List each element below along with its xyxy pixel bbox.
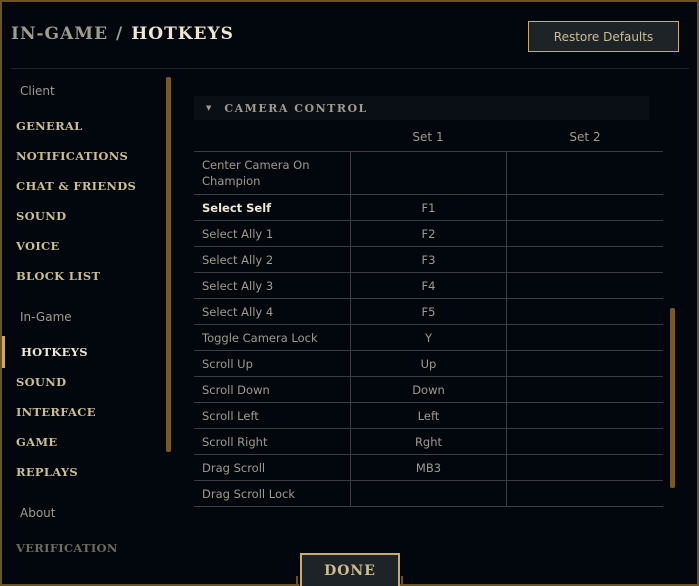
action-label: Scroll Right xyxy=(194,428,351,455)
action-label: Drag Scroll xyxy=(194,454,351,481)
breadcrumb-current: HOTKEYS xyxy=(131,24,234,44)
action-label: Select Ally 2 xyxy=(194,246,351,273)
sidebar-item-chat-friends[interactable]: CHAT & FRIENDS xyxy=(16,179,136,193)
table-row: Scroll Left Left xyxy=(194,402,663,429)
section-title: CAMERA CONTROL xyxy=(224,101,368,115)
table-row: Scroll Down Down xyxy=(194,376,663,403)
column-header-set1: Set 1 xyxy=(412,130,444,144)
action-label: Select Self xyxy=(194,194,351,221)
table-row: Toggle Camera Lock Y xyxy=(194,324,663,351)
sidebar-item-block-list[interactable]: BLOCK LIST xyxy=(16,269,100,283)
keybind-set2[interactable] xyxy=(506,151,663,195)
action-label: Select Ally 1 xyxy=(194,220,351,247)
keybind-set2[interactable] xyxy=(506,376,663,403)
keybind-set1[interactable]: F2 xyxy=(349,220,507,247)
table-row: Select Ally 2 F3 xyxy=(194,246,663,273)
restore-defaults-button[interactable]: Restore Defaults xyxy=(528,21,679,52)
action-label: Drag Scroll Lock xyxy=(194,480,351,507)
sidebar-item-game[interactable]: GAME xyxy=(16,435,57,449)
sidebar-item-notifications[interactable]: NOTIFICATIONS xyxy=(16,149,128,163)
sidebar-group-about: About xyxy=(20,506,56,520)
action-label: Center Camera On Champion xyxy=(194,151,351,195)
table-row: Drag Scroll MB3 xyxy=(194,454,663,481)
table-row: Select Ally 4 F5 xyxy=(194,298,663,325)
breadcrumb-parent: IN-GAME xyxy=(11,24,109,44)
sidebar-item-hotkeys[interactable]: HOTKEYS xyxy=(21,345,88,359)
sidebar-item-ingame-sound[interactable]: SOUND xyxy=(16,375,66,389)
frame-border xyxy=(296,576,298,586)
table-row: Scroll Up Up xyxy=(194,350,663,377)
action-label: Select Ally 4 xyxy=(194,298,351,325)
action-label: Select Ally 3 xyxy=(194,272,351,299)
keybind-set1[interactable]: F1 xyxy=(349,194,507,221)
keybind-set1[interactable]: Left xyxy=(349,402,507,429)
sidebar-scrollbar[interactable] xyxy=(166,77,171,452)
sidebar-group-client: Client xyxy=(20,84,55,98)
breadcrumb-separator: / xyxy=(116,24,124,44)
header-divider xyxy=(11,68,689,69)
content-scrollbar[interactable] xyxy=(670,308,675,488)
section-header-camera-control[interactable]: ▼ CAMERA CONTROL xyxy=(194,96,649,120)
keybind-set1[interactable] xyxy=(349,480,507,507)
keybind-set2[interactable] xyxy=(506,350,663,377)
keybind-set1[interactable]: F4 xyxy=(349,272,507,299)
action-label: Scroll Up xyxy=(194,350,351,377)
keybind-set2[interactable] xyxy=(506,324,663,351)
action-label: Toggle Camera Lock xyxy=(194,324,351,351)
keybind-set1[interactable]: MB3 xyxy=(349,454,507,481)
sidebar-item-replays[interactable]: REPLAYS xyxy=(16,465,78,479)
frame-border xyxy=(401,576,403,586)
sidebar-item-verification[interactable]: VERIFICATION xyxy=(16,541,118,555)
keybind-set1[interactable]: F5 xyxy=(349,298,507,325)
table-row: Center Camera On Champion xyxy=(194,151,663,195)
caret-down-icon: ▼ xyxy=(206,104,212,112)
keybind-set2[interactable] xyxy=(506,402,663,429)
column-header-set2: Set 2 xyxy=(569,130,601,144)
action-label: Scroll Down xyxy=(194,376,351,403)
sidebar-item-voice[interactable]: VOICE xyxy=(16,239,60,253)
done-button[interactable]: DONE xyxy=(300,553,400,586)
keybind-set2[interactable] xyxy=(506,454,663,481)
page-title: IN-GAME / HOTKEYS xyxy=(11,24,234,44)
keybind-set1[interactable]: Rght xyxy=(349,428,507,455)
keybind-set1[interactable]: Up xyxy=(349,350,507,377)
keybind-set2[interactable] xyxy=(506,480,663,507)
keybind-set2[interactable] xyxy=(506,298,663,325)
sidebar-item-interface[interactable]: INTERFACE xyxy=(16,405,96,419)
keybind-set2[interactable] xyxy=(506,220,663,247)
keybind-set1[interactable]: Y xyxy=(349,324,507,351)
sidebar-group-in-game: In-Game xyxy=(20,310,72,324)
table-row: Drag Scroll Lock xyxy=(194,480,663,507)
keybind-set2[interactable] xyxy=(506,272,663,299)
active-indicator xyxy=(2,336,5,368)
sidebar-item-client-sound[interactable]: SOUND xyxy=(16,209,66,223)
action-label: Scroll Left xyxy=(194,402,351,429)
keybind-set2[interactable] xyxy=(506,194,663,221)
table-row: Select Self F1 xyxy=(194,194,663,221)
keybind-set2[interactable] xyxy=(506,428,663,455)
hotkey-table: Center Camera On Champion Select Self F1… xyxy=(194,151,663,507)
keybind-set1[interactable] xyxy=(349,151,507,195)
keybind-set1[interactable]: F3 xyxy=(349,246,507,273)
keybind-set2[interactable] xyxy=(506,246,663,273)
sidebar-item-general[interactable]: GENERAL xyxy=(16,119,83,133)
table-row: Select Ally 3 F4 xyxy=(194,272,663,299)
keybind-set1[interactable]: Down xyxy=(349,376,507,403)
table-row: Select Ally 1 F2 xyxy=(194,220,663,247)
table-row: Scroll Right Rght xyxy=(194,428,663,455)
